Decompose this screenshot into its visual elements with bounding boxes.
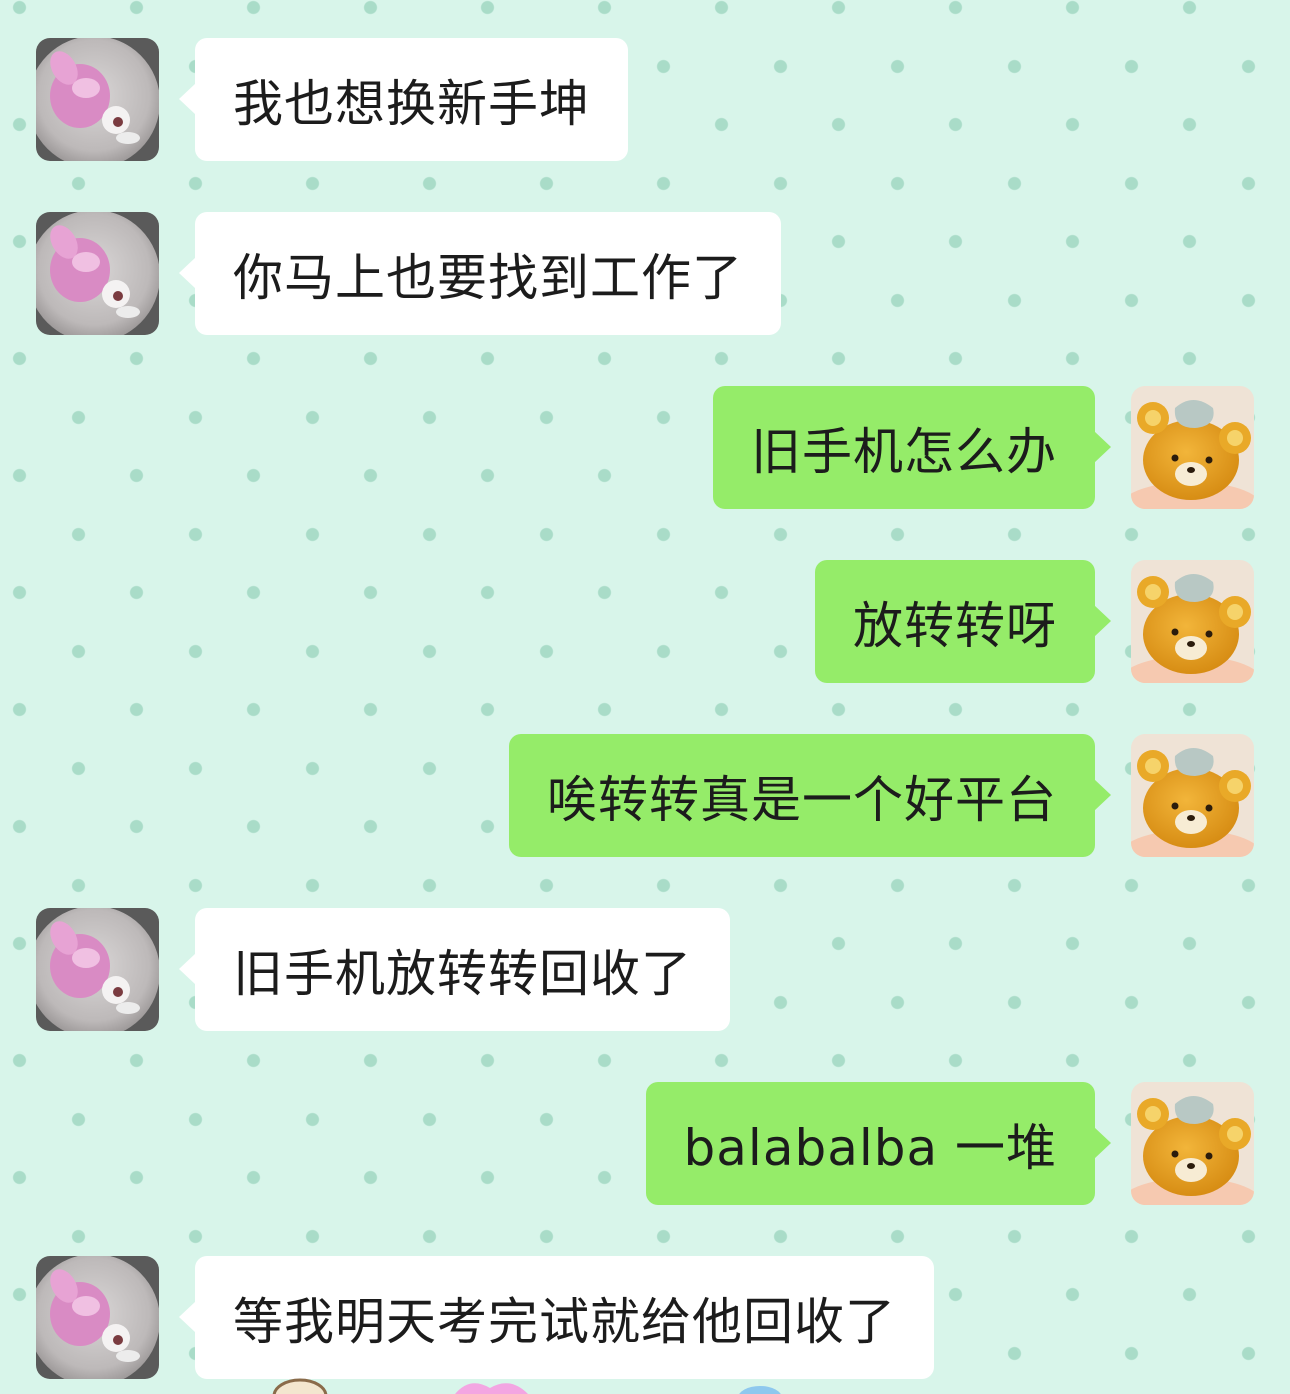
self-avatar[interactable]: [1131, 1082, 1254, 1205]
bear-plush-avatar-icon: [1131, 386, 1254, 509]
bear-plush-avatar-icon: [1131, 560, 1254, 683]
outgoing-message-bubble[interactable]: balabalba 一堆: [645, 1082, 1112, 1205]
pink-plush-avatar-icon: [36, 38, 159, 161]
contact-avatar[interactable]: [36, 1256, 159, 1379]
bear-plush-avatar-icon: [1131, 734, 1254, 857]
bear-plush-avatar-icon: [1131, 1082, 1254, 1205]
contact-avatar[interactable]: [36, 908, 159, 1031]
incoming-message-bubble[interactable]: 等我明天考完试就给他回收了: [179, 1256, 934, 1379]
pink-plush-avatar-icon: [36, 212, 159, 335]
message-row: balabalba 一堆: [645, 1082, 1254, 1205]
message-row: 等我明天考完试就给他回收了: [36, 1256, 934, 1379]
message-row: 你马上也要找到工作了: [36, 212, 781, 335]
self-avatar[interactable]: [1131, 560, 1254, 683]
message-row: 旧手机怎么办: [713, 386, 1254, 509]
outgoing-message-bubble[interactable]: 旧手机怎么办: [713, 386, 1111, 509]
contact-avatar[interactable]: [36, 212, 159, 335]
contact-avatar[interactable]: [36, 38, 159, 161]
outgoing-message-bubble[interactable]: 放转转呀: [815, 560, 1111, 683]
outgoing-message-bubble[interactable]: 唉转转真是一个好平台: [509, 734, 1111, 857]
pink-plush-avatar-icon: [36, 908, 159, 1031]
message-row: 我也想换新手坤: [36, 38, 628, 161]
message-row: 放转转呀: [815, 560, 1254, 683]
self-avatar[interactable]: [1131, 734, 1254, 857]
message-row: 唉转转真是一个好平台: [509, 734, 1254, 857]
self-avatar[interactable]: [1131, 386, 1254, 509]
incoming-message-bubble[interactable]: 我也想换新手坤: [179, 38, 628, 161]
wallpaper-decoration: [272, 1378, 781, 1394]
pink-plush-avatar-icon: [36, 1256, 159, 1379]
incoming-message-bubble[interactable]: 你马上也要找到工作了: [179, 212, 781, 335]
incoming-message-bubble[interactable]: 旧手机放转转回收了: [179, 908, 730, 1031]
message-row: 旧手机放转转回收了: [36, 908, 730, 1031]
